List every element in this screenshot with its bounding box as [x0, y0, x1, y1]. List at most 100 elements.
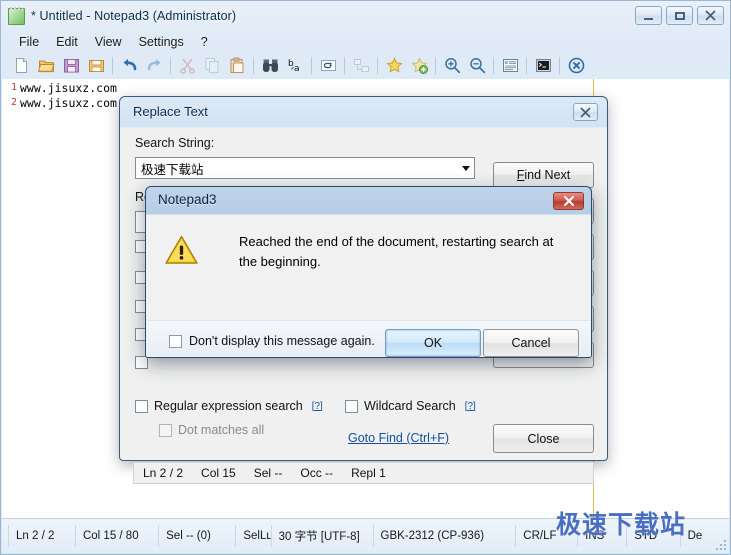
- status-encoding: GBK-2312 (CP-936): [374, 525, 517, 547]
- menu-edit[interactable]: Edit: [48, 33, 87, 51]
- watermark-text: 极速下载站: [556, 510, 687, 539]
- checkbox-box[interactable]: [135, 399, 148, 413]
- goto-find-link[interactable]: Goto Find (Ctrl+F): [348, 431, 449, 445]
- search-string-label: Search String:: [135, 136, 215, 150]
- bookmark-star-icon: [385, 57, 403, 73]
- close-dialog-button[interactable]: Close: [493, 424, 594, 453]
- menu-view[interactable]: View: [87, 33, 131, 51]
- checkbox-box[interactable]: [169, 334, 182, 348]
- checkbox-dont-display-again[interactable]: Don't display this message again.: [169, 334, 375, 348]
- toolbar-replace[interactable]: b a: [283, 54, 307, 77]
- toolbar-separator: [341, 54, 348, 77]
- replace-dialog-statusbar: Ln 2 / 2 Col 15 Sel -- Occ -- Repl 1: [133, 462, 594, 484]
- svg-text:a: a: [294, 64, 300, 74]
- minimize-button[interactable]: [635, 6, 662, 25]
- toolbar-new-file[interactable]: [9, 54, 33, 77]
- cut-icon: [179, 58, 195, 74]
- close-icon: [563, 196, 574, 206]
- notepad-icon: [8, 6, 25, 25]
- wildcard-help-icon[interactable]: [?]: [465, 401, 476, 412]
- menu-bar: File Edit View Settings ?: [1, 31, 730, 52]
- status-selection: Sel -- (0): [159, 525, 237, 547]
- chevron-down-icon[interactable]: [457, 158, 474, 178]
- toolbar-exit[interactable]: [564, 54, 588, 77]
- replace-icon: b a: [288, 59, 300, 74]
- toolbar-paste[interactable]: [225, 54, 249, 77]
- zoom-out-icon: [469, 58, 485, 74]
- line-number: 1: [10, 82, 17, 93]
- checkbox-dot-matches-all[interactable]: Dot matches all: [159, 423, 264, 437]
- toolbar-separator: [523, 54, 530, 77]
- checkbox-dot-matches-all-label: Dot matches all: [178, 423, 265, 437]
- word-wrap-icon: [320, 60, 336, 71]
- checkbox-dont-display-again-label: Don't display this message again.: [189, 334, 375, 348]
- checkbox-regex[interactable]: Regular expression search [?]: [135, 399, 323, 413]
- checkbox-box[interactable]: [345, 399, 358, 413]
- status-sel-lines: SelLʟ: [236, 525, 272, 547]
- editor-line: www.jisuxz.com: [20, 81, 117, 95]
- line-number: 2: [10, 97, 17, 108]
- zoom-in-icon: [444, 58, 460, 74]
- message-box-close-button[interactable]: [553, 192, 584, 210]
- regex-help-icon[interactable]: [?]: [312, 401, 323, 412]
- save-as-icon: [88, 60, 104, 72]
- toolbar-find[interactable]: [258, 54, 282, 77]
- toolbar-zoom-in[interactable]: [440, 54, 464, 77]
- toolbar-separator: [556, 54, 563, 77]
- checkbox-wildcard[interactable]: Wildcard Search [?]: [345, 399, 476, 413]
- add-bookmark-icon: [410, 57, 428, 74]
- window-title: * Untitled - Notepad3 (Administrator): [31, 9, 237, 23]
- window-controls: [635, 6, 724, 25]
- replace-dialog-close-button[interactable]: [573, 103, 598, 121]
- toolbar-separator: [109, 54, 116, 77]
- maximize-button[interactable]: [666, 6, 693, 25]
- toolbar-bookmark[interactable]: [382, 54, 406, 77]
- toolbar: b a: [1, 52, 730, 79]
- toolbar-undo[interactable]: [117, 54, 141, 77]
- toolbar-word-wrap[interactable]: [316, 54, 340, 77]
- toolbar-separator: [167, 54, 174, 77]
- menu-settings[interactable]: Settings: [131, 33, 193, 51]
- search-string-combobox[interactable]: 极速下载站: [135, 157, 475, 179]
- dlg-status-column: Col 15: [201, 466, 236, 480]
- find-next-button[interactable]: Find Next: [493, 162, 594, 188]
- toolbar-scheme[interactable]: [498, 54, 522, 77]
- checkbox-wildcard-label: Wildcard Search: [364, 399, 456, 413]
- message-box-title: Notepad3: [158, 192, 217, 207]
- toolbar-console[interactable]: [531, 54, 555, 77]
- replace-dialog-title: Replace Text: [133, 104, 208, 119]
- paste-icon: [230, 57, 243, 73]
- toolbar-open-file[interactable]: [34, 54, 58, 77]
- message-box-footer: Don't display this message again. OK Can…: [147, 320, 590, 357]
- toolbar-add-bookmark[interactable]: [407, 54, 431, 77]
- toolbar-zoom-out[interactable]: [465, 54, 489, 77]
- menu-help[interactable]: ?: [193, 33, 217, 51]
- warning-icon: [165, 235, 198, 264]
- redo-icon: [147, 59, 161, 71]
- console-icon: [535, 59, 551, 72]
- checkbox-box[interactable]: [159, 423, 172, 437]
- menu-file[interactable]: File: [11, 33, 48, 51]
- find-icon: [262, 59, 278, 72]
- undo-icon: [122, 59, 136, 71]
- toolbar-save-as[interactable]: [84, 54, 108, 77]
- resize-grip-icon[interactable]: [714, 538, 726, 550]
- toolbar-save[interactable]: [59, 54, 83, 77]
- toolbar-separator: [374, 54, 381, 77]
- ok-button[interactable]: OK: [385, 329, 481, 357]
- checkbox-box[interactable]: [135, 356, 148, 369]
- dlg-status-selection: Sel --: [253, 466, 283, 480]
- toolbar-redo: [142, 54, 166, 77]
- status-bytes: 30 字节 [UTF-8]: [272, 525, 374, 547]
- close-button[interactable]: [697, 6, 724, 25]
- message-box-text: Reached the end of the document, restart…: [239, 234, 554, 269]
- toolbar-separator: [432, 54, 439, 77]
- copy-icon: [205, 58, 218, 73]
- message-box-content: Reached the end of the document, restart…: [147, 215, 590, 320]
- toolbar-separator: [308, 54, 315, 77]
- search-string-value: 极速下载站: [141, 161, 204, 177]
- application-window: * Untitled - Notepad3 (Administrator) Fi…: [0, 0, 731, 555]
- cancel-button[interactable]: Cancel: [483, 329, 579, 357]
- checkbox-option-hidden-5[interactable]: [135, 356, 148, 369]
- toolbar-copy: [200, 54, 224, 77]
